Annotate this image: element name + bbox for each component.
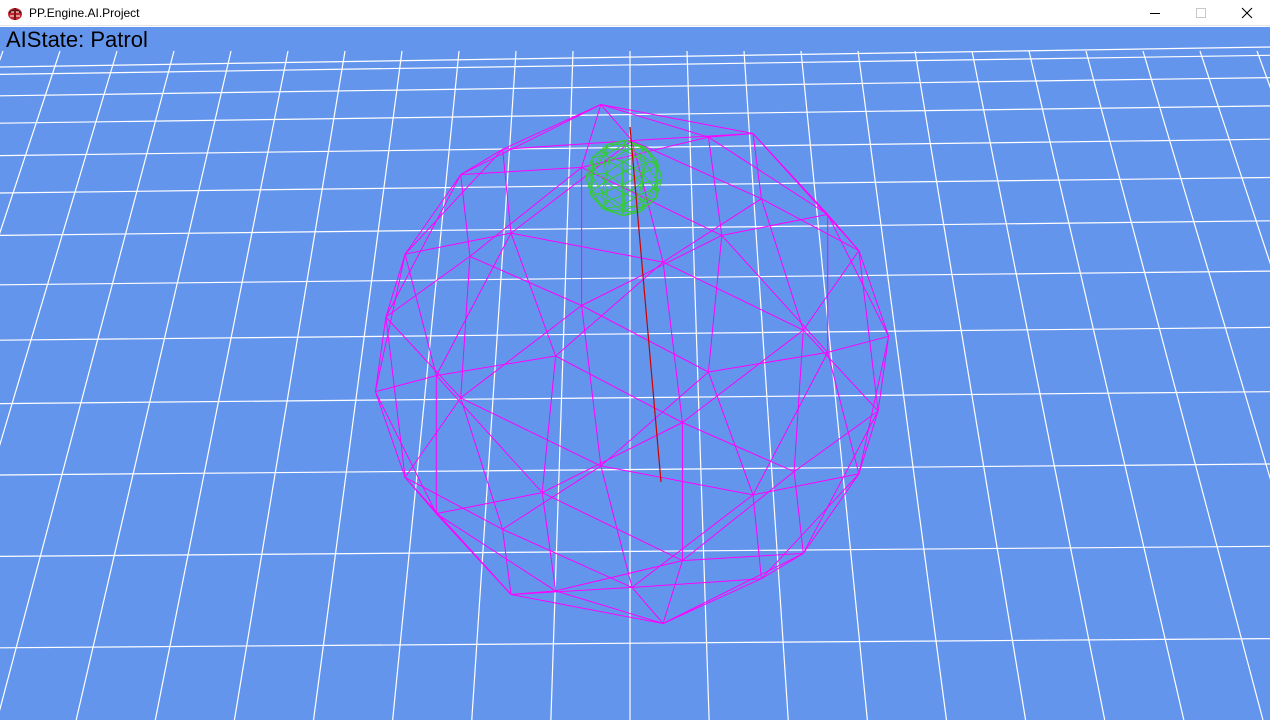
agent-sphere-edge [623, 210, 641, 213]
close-icon [1241, 7, 1253, 19]
app-icon [8, 7, 22, 20]
close-button[interactable] [1224, 0, 1270, 26]
window-controls [1132, 0, 1270, 26]
maximize-icon [1196, 8, 1206, 18]
scene-canvas [0, 27, 1270, 720]
agent-sphere-edge [591, 157, 594, 168]
minimize-icon [1150, 13, 1160, 14]
window-title: PP.Engine.AI.Project [29, 5, 140, 20]
agent-sphere-edge [621, 161, 624, 186]
agent-sphere-edge [591, 167, 594, 192]
ai-state-label: AIState: Patrol [6, 27, 148, 52]
game-viewport[interactable]: AIState: Patrol [0, 27, 1270, 720]
scene-background [0, 27, 1270, 720]
title-bar[interactable]: PP.Engine.AI.Project [0, 0, 1270, 26]
agent-sphere-edge [654, 164, 657, 189]
maximize-button[interactable] [1178, 0, 1224, 26]
app-window: PP.Engine.AI.Project AIState: Patrol [0, 0, 1270, 720]
agent-sphere-edge [624, 140, 627, 151]
agent-sphere-edge [624, 170, 627, 195]
agent-sphere-edge [654, 188, 657, 199]
minimize-button[interactable] [1132, 0, 1178, 26]
